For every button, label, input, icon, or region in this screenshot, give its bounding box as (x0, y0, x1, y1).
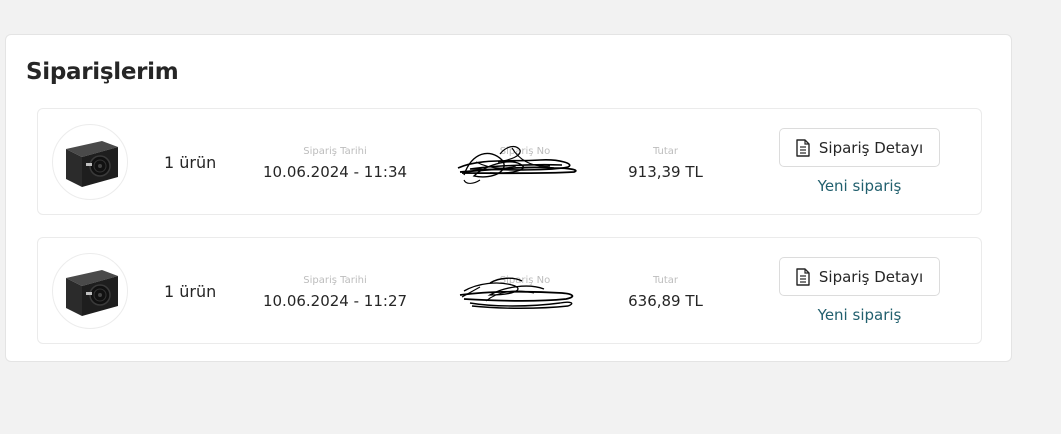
order-date-value: 10.06.2024 - 11:27 (262, 292, 408, 310)
order-date: Sipariş Tarihi 10.06.2024 - 11:27 (260, 275, 410, 310)
reorder-link[interactable]: Yeni sipariş (779, 177, 940, 195)
power-supply-icon (66, 270, 118, 316)
document-icon (796, 267, 810, 286)
order-date-label: Sipariş Tarihi (303, 275, 367, 286)
item-count: 1 ürün (164, 282, 217, 301)
order-amount-label: Tutar (652, 275, 679, 286)
product-thumbnail[interactable] (52, 124, 128, 200)
order-detail-button[interactable]: Sipariş Detayı (779, 257, 940, 296)
order-date: Sipariş Tarihi 10.06.2024 - 11:34 (260, 146, 410, 181)
page-title: Siparişlerim (26, 59, 179, 85)
item-count: 1 ürün (164, 153, 217, 172)
order-detail-button-label: Sipariş Detayı (818, 267, 924, 286)
order-amount: Tutar 636,89 TL (608, 275, 723, 310)
order-amount-value: 636,89 TL (628, 292, 703, 310)
order-amount-label: Tutar (652, 146, 679, 157)
order-card: 1 ürün Sipariş Tarihi 10.06.2024 - 11:34… (37, 108, 982, 215)
order-amount: Tutar 913,39 TL (608, 146, 723, 181)
order-amount-value: 913,39 TL (628, 163, 703, 181)
redaction-scribble (457, 145, 577, 184)
redaction-scribble (459, 277, 574, 309)
order-detail-button[interactable]: Sipariş Detayı (779, 128, 940, 167)
order-date-label: Sipariş Tarihi (303, 146, 367, 157)
power-supply-icon (66, 141, 118, 187)
orders-panel: Siparişlerim 1 ürün Sipariş Tarihi 10.06… (5, 34, 1012, 362)
order-number: Sipariş No (450, 145, 600, 184)
product-thumbnail[interactable] (52, 253, 128, 329)
order-date-value: 10.06.2024 - 11:34 (262, 163, 408, 181)
order-detail-button-label: Sipariş Detayı (818, 138, 924, 157)
order-card: 1 ürün Sipariş Tarihi 10.06.2024 - 11:27… (37, 237, 982, 344)
order-number: Sipariş No (450, 275, 600, 309)
reorder-link[interactable]: Yeni sipariş (779, 306, 940, 324)
document-icon (796, 138, 810, 157)
